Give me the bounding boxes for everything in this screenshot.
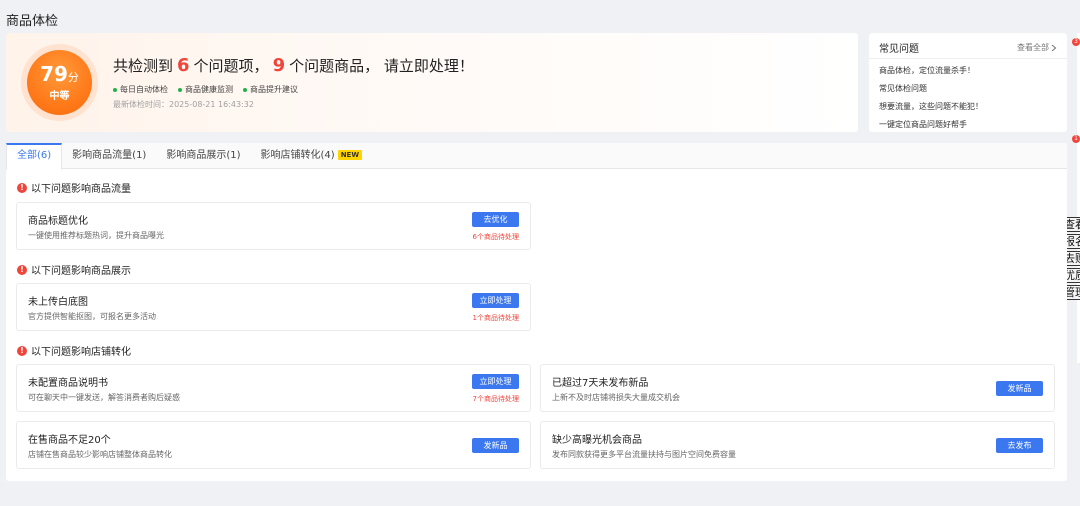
faq-item[interactable]: 常见体检问题	[879, 84, 983, 102]
tab-conversion[interactable]: 影响店铺转化(4) NEW	[251, 143, 373, 169]
tab-display[interactable]: 影响商品展示(1)	[156, 143, 250, 169]
issues-panel: 全部(6) 影响商品流量(1) 影响商品展示(1) 影响店铺转化(4) NEW !…	[6, 143, 1067, 481]
faq-list: 商品体检，定位流量杀手！ 常见体检问题 想要流量，这些问题不能犯！ 一键定位商品…	[879, 66, 983, 138]
faq-title: 常见问题	[879, 44, 919, 55]
last-check-time: 最新体检时间：2025-08-21 16:43:32	[113, 100, 254, 109]
issue-tabs: 全部(6) 影响商品流量(1) 影响商品展示(1) 影响店铺转化(4) NEW	[6, 143, 1067, 170]
optimize-button[interactable]: 去优化	[472, 212, 519, 227]
notification-badge: 1	[1072, 135, 1080, 143]
check-dot-icon	[243, 87, 247, 92]
feature-item: 商品健康监测	[178, 84, 233, 95]
feature-item: 每日自动体检	[113, 84, 168, 95]
section-title: ! 以下问题影响店铺转化	[17, 343, 131, 358]
score-value: 79	[40, 62, 68, 86]
score-grade: 中等	[49, 91, 70, 102]
pending-count: 1个商品待处理	[472, 314, 519, 322]
page-title: 商品体检	[6, 14, 59, 29]
section-title: ! 以下问题影响商品展示	[17, 262, 131, 277]
check-dot-icon	[113, 87, 117, 92]
warning-icon: !	[17, 345, 27, 356]
faq-panel: 常见问题 查看全部 商品体检，定位流量杀手！ 常见体检问题 想要流量，这些问题不…	[869, 33, 1067, 132]
issue-card: 商品标题优化 一键使用推荐标题热词，提升商品曝光 去优化 6个商品待处理	[16, 202, 531, 250]
issue-title: 未配置商品说明书	[28, 378, 108, 389]
issue-card: 未上传白底图 官方提供智能抠图，可报名更多活动 立即处理 1个商品待处理	[16, 283, 531, 331]
warning-icon: !	[17, 264, 27, 275]
feature-item: 商品提升建议	[243, 84, 298, 95]
divider	[869, 58, 1067, 59]
product-count: 9	[272, 55, 286, 76]
score-unit: 分	[67, 71, 79, 84]
issue-desc: 发布同款获得更多平台流量扶持与图片空间免费容量	[552, 450, 736, 459]
pending-count: 7个商品待处理	[472, 395, 519, 403]
issue-card: 在售商品不足20个 店铺在售商品较少影响店铺整体商品转化 发新品	[16, 421, 531, 469]
pending-count: 6个商品待处理	[472, 233, 519, 241]
issue-desc: 一键使用推荐标题热词，提升商品曝光	[28, 231, 164, 240]
issue-desc: 上新不及时店铺将损失大量成交机会	[552, 393, 680, 402]
score-banner: 79分 中等 共检测到 6 个问题项， 9 个问题商品， 请立即处理！ 每日自动体检 商…	[6, 33, 858, 132]
score-circle: 79分 中等	[27, 50, 92, 115]
publish-new-button[interactable]: 发新品	[472, 438, 519, 453]
issue-title: 在售商品不足20个	[28, 435, 111, 446]
issue-desc: 可在聊天中一键发送，解答消费者购后疑惑	[28, 393, 180, 402]
faq-item[interactable]: 想要流量，这些问题不能犯！	[879, 102, 983, 120]
tab-all[interactable]: 全部(6)	[6, 143, 63, 170]
issue-title: 商品标题优化	[28, 216, 88, 227]
score-badge: 79分 中等	[21, 44, 98, 121]
faq-view-all-link[interactable]: 查看全部	[1017, 42, 1057, 53]
issue-desc: 官方提供智能抠图，可报名更多活动	[28, 312, 156, 321]
process-now-button[interactable]: 立即处理	[472, 374, 519, 389]
chevron-right-icon	[1051, 44, 1057, 51]
new-badge: NEW	[337, 150, 363, 160]
issue-title: 已超过7天未发布新品	[552, 378, 649, 389]
issue-card: 缺少高曝光机会商品 发布同款获得更多平台流量扶持与图片空间免费容量 去发布	[540, 421, 1055, 469]
feature-list: 每日自动体检 商品健康监测 商品提升建议	[113, 84, 298, 95]
issue-desc: 店铺在售商品较少影响店铺整体商品转化	[28, 450, 172, 459]
process-now-button[interactable]: 立即处理	[472, 293, 519, 308]
faq-item[interactable]: 一键定位商品问题好帮手	[879, 120, 983, 138]
publish-button[interactable]: 去发布	[996, 438, 1043, 453]
warning-icon: !	[17, 182, 27, 193]
tab-traffic[interactable]: 影响商品流量(1)	[62, 143, 156, 169]
issue-card: 已超过7天未发布新品 上新不及时店铺将损失大量成交机会 发新品	[540, 364, 1055, 412]
faq-item[interactable]: 商品体检，定位流量杀手！	[879, 66, 983, 84]
check-summary: 共检测到 6 个问题项， 9 个问题商品， 请立即处理！	[113, 55, 474, 76]
check-dot-icon	[178, 87, 182, 92]
section-title: ! 以下问题影响商品流量	[17, 180, 131, 195]
publish-new-button[interactable]: 发新品	[996, 381, 1043, 396]
notification-badge: 3	[1072, 38, 1080, 46]
issue-title: 未上传白底图	[28, 297, 88, 308]
issue-card: 未配置商品说明书 可在聊天中一键发送，解答消费者购后疑惑 立即处理 7个商品待处…	[16, 364, 531, 412]
issue-count: 6	[177, 55, 190, 76]
issue-title: 缺少高曝光机会商品	[552, 435, 642, 446]
